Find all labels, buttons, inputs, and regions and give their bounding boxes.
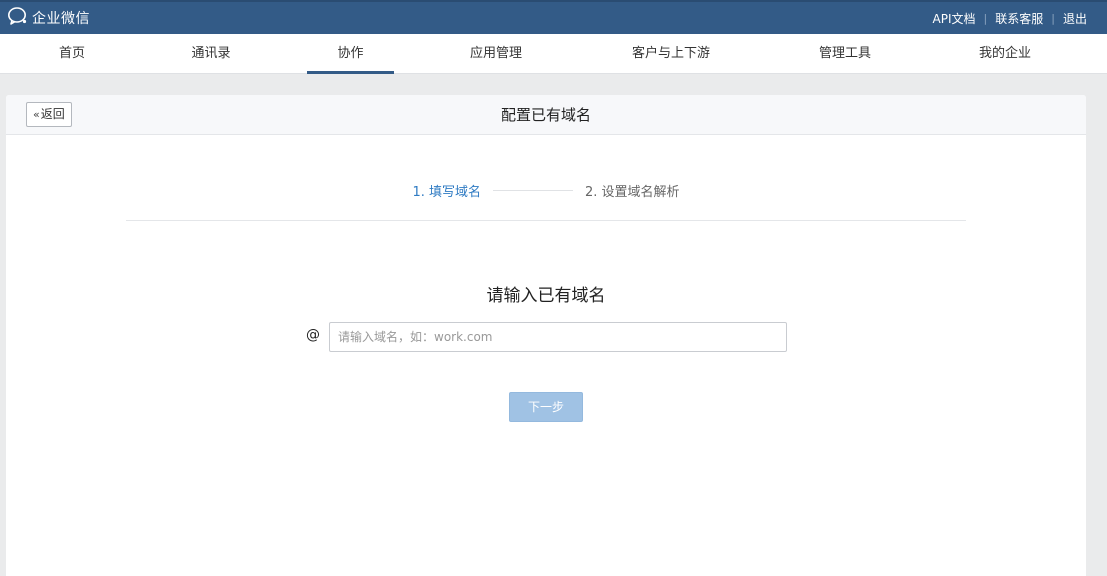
content-card: « 返回 配置已有域名 1. 填写域名 2. 设置域名解析 请输入已有域名 @ …: [6, 95, 1086, 576]
step-indicator: 1. 填写域名 2. 设置域名解析: [6, 179, 1086, 201]
at-symbol: @: [306, 327, 320, 343]
nav-item-management-tools[interactable]: 管理工具: [805, 34, 885, 74]
link-separator: |: [1051, 12, 1055, 25]
top-bar: 企业微信 API文档 | 联系客服 | 退出: [0, 0, 1107, 34]
step-2-label: 2. 设置域名解析: [585, 184, 680, 200]
nav-item-home[interactable]: 首页: [42, 34, 102, 74]
app-logo[interactable]: 企业微信: [7, 6, 90, 30]
link-separator: |: [983, 12, 988, 25]
card-header: « 返回 配置已有域名: [6, 95, 1086, 135]
logout-link[interactable]: 退出: [1063, 10, 1087, 27]
nav-item-contacts[interactable]: 通讯录: [176, 34, 246, 74]
steps-divider: [126, 220, 966, 221]
app-title: 企业微信: [32, 11, 90, 27]
top-links: API文档 | 联系客服 | 退出: [933, 10, 1087, 27]
form-title: 请输入已有域名: [486, 286, 606, 306]
nav-item-my-company[interactable]: 我的企业: [965, 34, 1045, 74]
contact-support-link[interactable]: 联系客服: [995, 10, 1043, 27]
nav-item-app-management[interactable]: 应用管理: [456, 34, 536, 74]
domain-input[interactable]: [329, 322, 787, 352]
api-docs-link[interactable]: API文档: [933, 10, 976, 27]
main-nav: 首页 通讯录 协作 应用管理 客户与上下游 管理工具 我的企业: [0, 34, 1107, 74]
step-1-label: 1. 填写域名: [412, 184, 481, 200]
nav-item-collaboration[interactable]: 协作: [307, 34, 394, 74]
page-title: 配置已有域名: [500, 106, 591, 124]
next-step-button[interactable]: 下一步: [509, 392, 583, 422]
wechat-work-logo-icon: [7, 6, 29, 30]
step-connector: [493, 189, 573, 191]
nav-item-customers[interactable]: 客户与上下游: [616, 34, 726, 74]
